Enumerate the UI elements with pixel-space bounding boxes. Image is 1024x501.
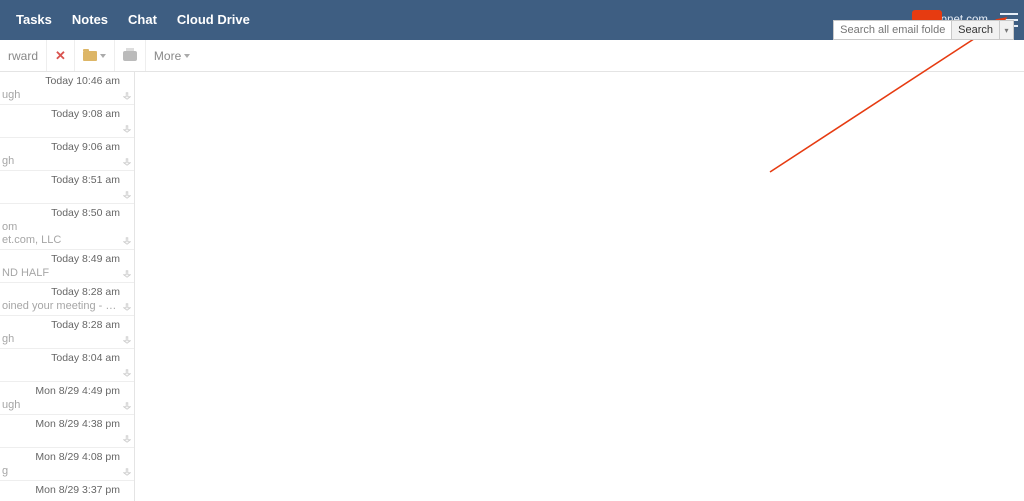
nav-tasks[interactable]: Tasks bbox=[6, 0, 62, 40]
flag-icon[interactable] bbox=[123, 303, 131, 311]
message-time: Mon 8/29 4:08 pm bbox=[35, 451, 120, 463]
flag-icon[interactable] bbox=[123, 191, 131, 199]
message-time: Mon 8/29 4:49 pm bbox=[35, 385, 120, 397]
search-dropdown-toggle[interactable]: ▾ bbox=[1000, 20, 1014, 40]
message-time: Today 9:08 am bbox=[51, 108, 120, 120]
message-time: Mon 8/29 3:37 pm bbox=[35, 484, 120, 496]
chevron-down-icon bbox=[100, 54, 106, 58]
search-button[interactable]: Search bbox=[951, 20, 1000, 40]
forward-button[interactable]: rward bbox=[0, 40, 47, 71]
print-button[interactable] bbox=[115, 40, 146, 71]
message-subject: gh bbox=[2, 333, 118, 345]
message-subject-line2: et.com, LLC bbox=[2, 234, 118, 246]
message-list-scroll[interactable]: Today 10:46 am ugh Today 9:08 am Today 9:06… bbox=[0, 72, 134, 501]
more-label: More bbox=[154, 49, 181, 63]
message-time: Today 9:06 am bbox=[51, 141, 120, 153]
message-row[interactable]: Today 8:50 am omet.com, LLC bbox=[0, 204, 134, 250]
message-row[interactable]: Today 8:04 am bbox=[0, 349, 134, 382]
message-row[interactable]: Today 10:46 am ugh bbox=[0, 72, 134, 105]
message-row[interactable]: Mon 8/29 3:37 pm bbox=[0, 481, 134, 501]
message-row[interactable]: Today 8:51 am bbox=[0, 171, 134, 204]
flag-icon[interactable] bbox=[123, 369, 131, 377]
nav-cloud-drive[interactable]: Cloud Drive bbox=[167, 0, 260, 40]
message-subject: g bbox=[2, 465, 118, 477]
message-row[interactable]: Mon 8/29 4:08 pm g bbox=[0, 448, 134, 481]
message-time: Today 8:28 am bbox=[51, 286, 120, 298]
message-subject: ND HALF bbox=[2, 267, 118, 279]
chevron-down-icon: ▾ bbox=[1004, 26, 1008, 35]
search-bar: Search ▾ bbox=[833, 20, 1014, 40]
message-time: Today 8:28 am bbox=[51, 319, 120, 331]
flag-icon[interactable] bbox=[123, 270, 131, 278]
message-time: Today 8:50 am bbox=[51, 207, 120, 219]
flag-icon[interactable] bbox=[123, 237, 131, 245]
flag-icon[interactable] bbox=[123, 125, 131, 133]
message-subject: gh bbox=[2, 155, 118, 167]
message-row[interactable]: Today 8:49 am ND HALF bbox=[0, 250, 134, 283]
chevron-down-icon bbox=[184, 54, 190, 58]
message-row[interactable]: Mon 8/29 4:49 pm ugh bbox=[0, 382, 134, 415]
delete-icon: ✕ bbox=[55, 48, 66, 64]
message-time: Mon 8/29 4:38 pm bbox=[35, 418, 120, 430]
move-to-folder-button[interactable] bbox=[75, 40, 115, 71]
more-actions-button[interactable]: More bbox=[146, 40, 198, 71]
nav-menu: Tasks Notes Chat Cloud Drive bbox=[6, 0, 260, 40]
search-input[interactable] bbox=[833, 20, 951, 40]
printer-icon bbox=[123, 51, 137, 61]
flag-icon[interactable] bbox=[123, 435, 131, 443]
message-time: Today 8:51 am bbox=[51, 174, 120, 186]
message-toolbar: rward ✕ More bbox=[0, 40, 1024, 72]
message-subject: oined your meeting - Harr… bbox=[2, 300, 118, 312]
flag-icon[interactable] bbox=[123, 336, 131, 344]
flag-icon[interactable] bbox=[123, 92, 131, 100]
message-subject: ugh bbox=[2, 399, 118, 411]
message-subject: ugh bbox=[2, 89, 118, 101]
nav-notes[interactable]: Notes bbox=[62, 0, 118, 40]
preview-pane bbox=[135, 72, 1024, 501]
message-time: Today 8:49 am bbox=[51, 253, 120, 265]
message-time: Today 10:46 am bbox=[45, 75, 120, 87]
message-subject: om bbox=[2, 221, 118, 233]
folder-icon bbox=[83, 51, 97, 61]
message-list-pane: Today 10:46 am ugh Today 9:08 am Today 9:06… bbox=[0, 72, 135, 501]
flag-icon[interactable] bbox=[123, 158, 131, 166]
message-row[interactable]: Today 8:28 am oined your meeting - Harr… bbox=[0, 283, 134, 316]
delete-button[interactable]: ✕ bbox=[47, 40, 75, 71]
message-row[interactable]: Today 9:06 am gh bbox=[0, 138, 134, 171]
message-row[interactable]: Today 8:28 am gh bbox=[0, 316, 134, 349]
message-row[interactable]: Mon 8/29 4:38 pm bbox=[0, 415, 134, 448]
flag-icon[interactable] bbox=[123, 402, 131, 410]
nav-chat[interactable]: Chat bbox=[118, 0, 167, 40]
message-row[interactable]: Today 9:08 am bbox=[0, 105, 134, 138]
main-area: Today 10:46 am ugh Today 9:08 am Today 9:06… bbox=[0, 72, 1024, 501]
flag-icon[interactable] bbox=[123, 468, 131, 476]
message-time: Today 8:04 am bbox=[51, 352, 120, 364]
